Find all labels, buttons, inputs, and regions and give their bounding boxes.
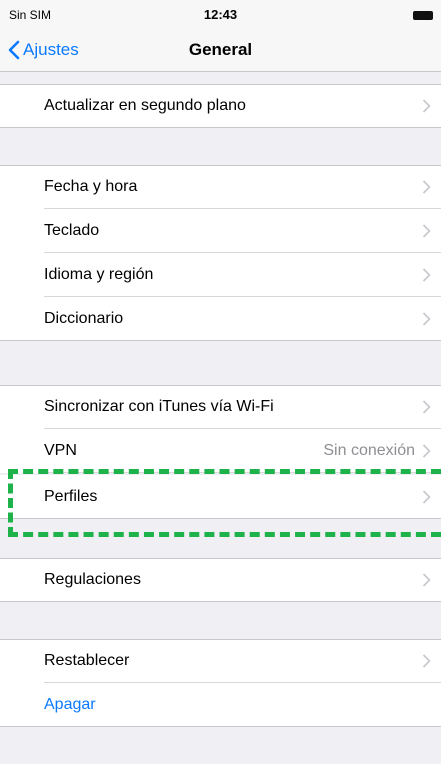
row-language-region[interactable]: Idioma y región: [0, 253, 441, 297]
row-shutdown[interactable]: Apagar: [0, 683, 441, 727]
row-reset[interactable]: Restablecer: [0, 639, 441, 683]
row-dictionary[interactable]: Diccionario: [0, 297, 441, 341]
chevron-right-icon: [422, 312, 431, 326]
row-label: Teclado: [44, 222, 100, 239]
row-label: Perfiles: [44, 488, 98, 505]
chevron-right-icon: [422, 224, 431, 238]
row-label: Regulaciones: [44, 571, 141, 588]
chevron-right-icon: [422, 400, 431, 414]
row-label: Sincronizar con iTunes vía Wi-Fi: [44, 398, 274, 415]
clock: 12:43: [203, 7, 238, 22]
row-label: Idioma y región: [44, 266, 154, 283]
status-bar: Sin SIM 12:43: [0, 0, 441, 30]
chevron-right-icon: [422, 490, 431, 504]
shutdown-link: Apagar: [44, 696, 96, 713]
row-profiles[interactable]: Perfiles: [0, 475, 441, 519]
row-label: Diccionario: [44, 310, 124, 327]
chevron-right-icon: [422, 180, 431, 194]
row-background-refresh[interactable]: Actualizar en segundo plano: [0, 84, 441, 128]
chevron-right-icon: [422, 573, 431, 587]
row-keyboard[interactable]: Teclado: [0, 209, 441, 253]
row-regulations[interactable]: Regulaciones: [0, 558, 441, 602]
row-label: Restablecer: [44, 652, 130, 669]
row-itunes-wifi-sync[interactable]: Sincronizar con iTunes vía Wi-Fi: [0, 385, 441, 429]
battery-icon: [413, 11, 433, 20]
row-vpn[interactable]: VPN Sin conexión: [0, 429, 441, 473]
chevron-right-icon: [422, 444, 431, 458]
page-title: General: [188, 40, 253, 59]
navigation-bar: Ajustes General: [0, 30, 441, 72]
row-date-time[interactable]: Fecha y hora: [0, 165, 441, 209]
chevron-right-icon: [422, 268, 431, 282]
row-label: Fecha y hora: [44, 178, 138, 195]
row-label: Actualizar en segundo plano: [44, 97, 246, 114]
chevron-right-icon: [422, 654, 431, 668]
row-label: VPN: [44, 442, 77, 459]
vpn-status-value: Sin conexión: [323, 442, 415, 459]
chevron-right-icon: [422, 99, 431, 113]
